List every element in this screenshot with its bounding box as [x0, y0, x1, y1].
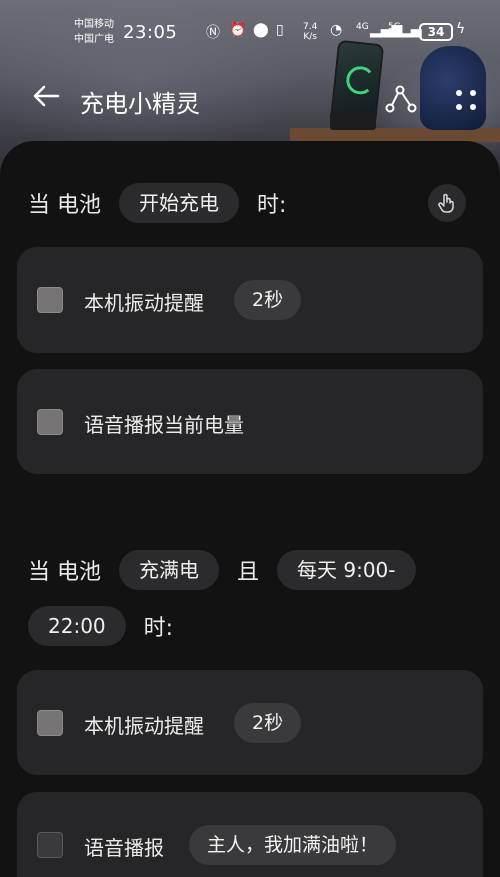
share-icon	[385, 85, 417, 113]
more-grid-icon	[456, 90, 476, 110]
carrier-info: 中国移动 中国广电	[74, 17, 114, 47]
network-speed-unit: K/s	[303, 32, 317, 42]
rule2-vibrate-label: 本机振动提醒	[84, 714, 204, 738]
network-speed-value: 7.4	[303, 22, 318, 32]
rule2-time-range-pill[interactable]: 每天 9:00-	[277, 550, 416, 590]
rule2-vibrate-duration-pill[interactable]: 2秒	[234, 703, 302, 743]
more-options-button[interactable]	[448, 82, 484, 118]
alarm-icon: ⏰	[229, 22, 247, 38]
rule2-conjunction: 且	[237, 560, 260, 585]
back-arrow-icon	[33, 85, 60, 107]
rule2-voice-checkbox[interactable]	[37, 832, 63, 858]
rule1-suffix: 时:	[257, 193, 287, 218]
status-bar: 中国移动 中国广电 23:05 Ⓝ ⏰ ⬤ ▯ 7.4 K/s ◔ 4G ▂▄▆…	[0, 0, 500, 64]
signal-2-label: 5G	[388, 22, 401, 32]
wifi-icon: ◔	[330, 22, 343, 38]
rule2-voice-message-pill[interactable]: 主人，我加满油啦！	[189, 825, 397, 865]
rule1-vibrate-duration-pill[interactable]: 2秒	[234, 280, 302, 320]
back-button[interactable]	[30, 80, 70, 116]
location-icon: ⬤	[253, 22, 269, 38]
rule1-vibrate-label: 本机振动提醒	[84, 291, 204, 315]
rule1-vibrate-checkbox[interactable]	[37, 287, 63, 313]
vibrate-icon: ▯	[276, 22, 284, 38]
clock: 23:05	[123, 22, 178, 43]
share-button[interactable]	[382, 82, 418, 118]
rule2-vibrate-card[interactable]: 本机振动提醒 2秒	[17, 670, 483, 775]
rule2-condition-line2: 22:00 时:	[28, 606, 173, 646]
rule2-suffix: 时:	[143, 616, 174, 641]
rule1-voice-checkbox[interactable]	[37, 409, 63, 435]
rule2-vibrate-checkbox[interactable]	[37, 710, 63, 736]
rule2-time-range-end-pill[interactable]: 22:00	[28, 606, 126, 646]
rule2-condition: 当 电池 充满电 且 每天 9:00-	[28, 550, 416, 590]
signal-1-label: 4G	[356, 22, 369, 32]
rule1-vibrate-card[interactable]: 本机振动提醒 2秒	[17, 247, 483, 353]
nfc-icon: Ⓝ	[206, 25, 220, 41]
charging-bolt-icon: ϟ	[456, 21, 466, 37]
rule1-condition: 当 电池 开始充电 时:	[28, 183, 286, 223]
carrier-2: 中国广电	[74, 34, 114, 45]
rule2-voice-card[interactable]: 语音播报 主人，我加满油啦！	[17, 792, 483, 877]
rule1-event-pill[interactable]: 开始充电	[119, 183, 239, 223]
hand-pointer-icon	[438, 193, 454, 213]
rule2-voice-label: 语音播报	[84, 836, 164, 860]
rule2-prefix: 当 电池	[28, 560, 101, 585]
app-bar: 充电小精灵	[0, 64, 500, 136]
network-speed: 7.4 K/s	[303, 22, 317, 42]
rule1-voice-label: 语音播报当前电量	[84, 413, 244, 437]
page-title: 充电小精灵	[80, 90, 200, 118]
rule2-event-pill[interactable]: 充满电	[119, 550, 219, 590]
gesture-hint-button[interactable]	[428, 184, 466, 222]
battery-indicator: 34	[419, 23, 453, 41]
carrier-1: 中国移动	[74, 19, 114, 30]
rule1-voice-card[interactable]: 语音播报当前电量	[17, 369, 483, 474]
rule1-prefix: 当 电池	[28, 193, 101, 218]
